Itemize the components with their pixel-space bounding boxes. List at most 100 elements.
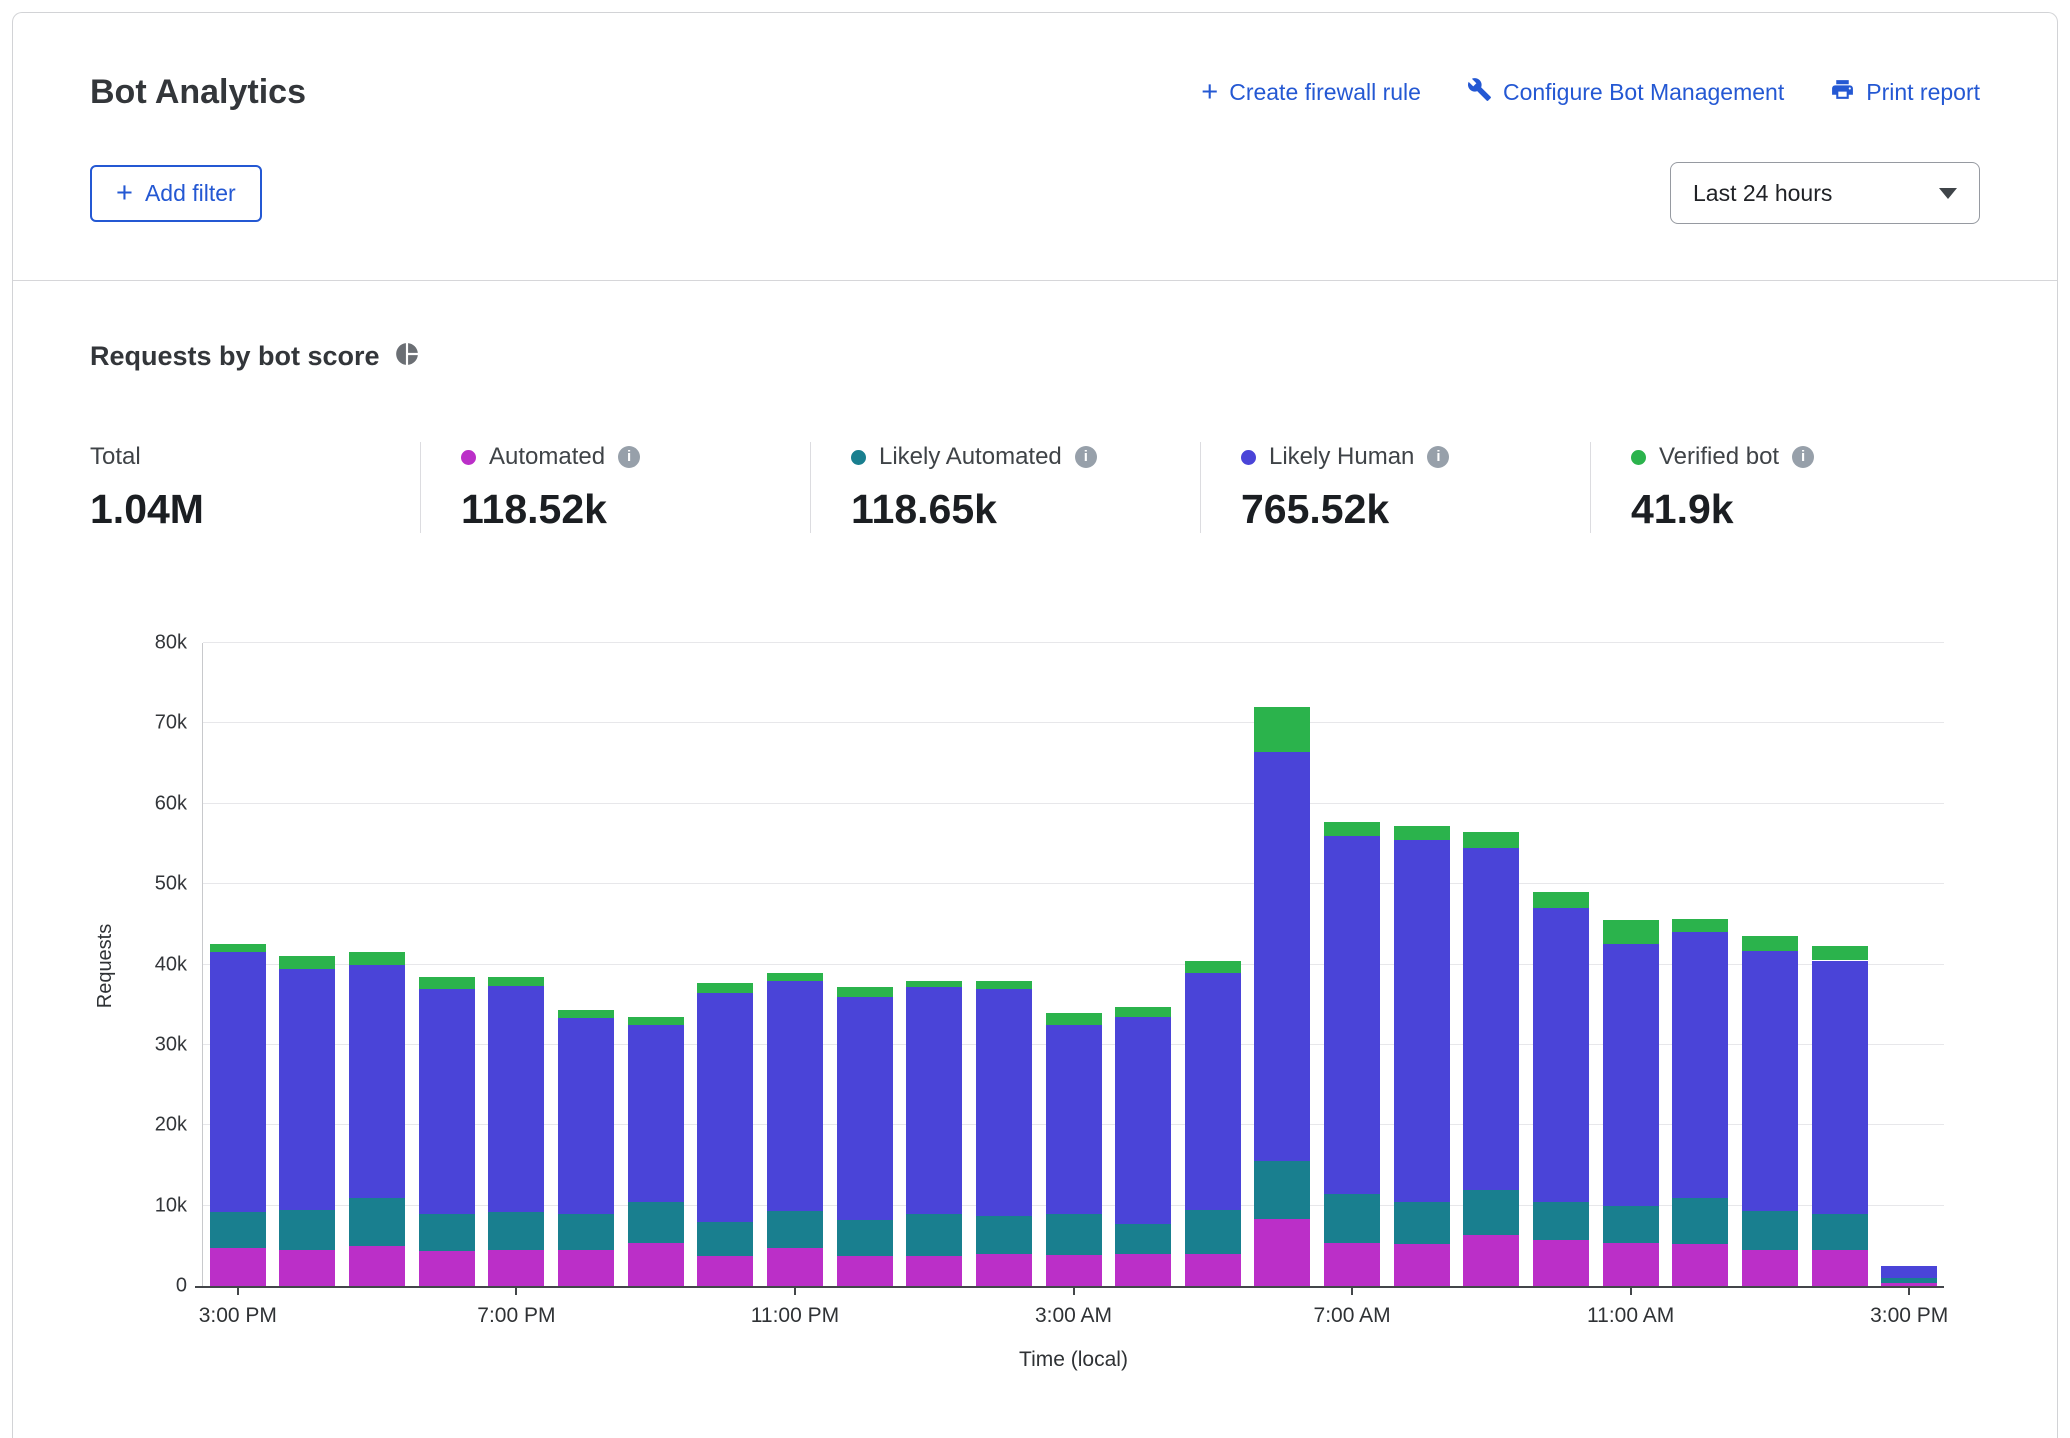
bar-segment-likely-human[interactable] (349, 965, 405, 1198)
bar-segment-likely-automated[interactable] (1324, 1194, 1380, 1244)
bar-segment-likely-human[interactable] (1394, 840, 1450, 1202)
bar-segment-automated[interactable] (1742, 1250, 1798, 1286)
bar-segment-likely-automated[interactable] (1254, 1161, 1310, 1219)
bar-segment-likely-automated[interactable] (1603, 1206, 1659, 1244)
bar-segment-automated[interactable] (1603, 1243, 1659, 1286)
bar-segment-verified-bot[interactable] (558, 1010, 614, 1018)
bar-segment-verified-bot[interactable] (1185, 961, 1241, 973)
bar-segment-likely-automated[interactable] (1533, 1202, 1589, 1241)
bar-segment-automated[interactable] (767, 1248, 823, 1286)
bar-segment-likely-automated[interactable] (1463, 1190, 1519, 1236)
bar-segment-verified-bot[interactable] (419, 977, 475, 989)
bar-segment-verified-bot[interactable] (767, 973, 823, 981)
bar-segment-automated[interactable] (349, 1246, 405, 1286)
bar-segment-likely-human[interactable] (1115, 1017, 1171, 1224)
bar-segment-verified-bot[interactable] (1603, 920, 1659, 944)
bar-segment-automated[interactable] (558, 1250, 614, 1286)
bar-segment-verified-bot[interactable] (1115, 1007, 1171, 1017)
bar-segment-likely-automated[interactable] (1115, 1224, 1171, 1254)
bar-segment-verified-bot[interactable] (1046, 1013, 1102, 1025)
bar-segment-likely-automated[interactable] (1046, 1214, 1102, 1256)
bar-segment-verified-bot[interactable] (837, 987, 893, 997)
bar-segment-verified-bot[interactable] (1812, 946, 1868, 960)
bar-segment-automated[interactable] (906, 1256, 962, 1286)
bar-segment-automated[interactable] (1533, 1240, 1589, 1286)
bar-segment-likely-automated[interactable] (697, 1222, 753, 1257)
time-range-dropdown[interactable]: Last 24 hours (1670, 162, 1980, 224)
bar-segment-verified-bot[interactable] (1672, 919, 1728, 933)
bar-segment-likely-human[interactable] (279, 969, 335, 1210)
bar-segment-automated[interactable] (488, 1250, 544, 1286)
info-icon[interactable]: i (1792, 446, 1814, 468)
bar-segment-likely-human[interactable] (1742, 951, 1798, 1211)
bar-segment-likely-human[interactable] (1603, 944, 1659, 1205)
bar-segment-likely-human[interactable] (1881, 1266, 1937, 1278)
bar-segment-likely-human[interactable] (1254, 752, 1310, 1162)
bar-segment-likely-human[interactable] (767, 981, 823, 1212)
bar-segment-likely-human[interactable] (1533, 908, 1589, 1201)
bar-segment-verified-bot[interactable] (210, 944, 266, 952)
bar-segment-likely-automated[interactable] (837, 1220, 893, 1256)
bar-segment-likely-automated[interactable] (349, 1198, 405, 1246)
bar-segment-likely-human[interactable] (1185, 973, 1241, 1210)
bar-segment-likely-human[interactable] (1812, 961, 1868, 1214)
add-filter-button[interactable]: + Add filter (90, 165, 262, 222)
bar-segment-automated[interactable] (697, 1256, 753, 1286)
bar-segment-likely-human[interactable] (1324, 836, 1380, 1194)
bar-segment-verified-bot[interactable] (1254, 707, 1310, 751)
bar-segment-automated[interactable] (1254, 1219, 1310, 1286)
bar-segment-verified-bot[interactable] (1533, 892, 1589, 908)
bar-segment-likely-automated[interactable] (1185, 1210, 1241, 1254)
bar-segment-likely-automated[interactable] (1742, 1211, 1798, 1250)
bar-segment-automated[interactable] (1324, 1243, 1380, 1286)
bar-segment-likely-human[interactable] (697, 993, 753, 1222)
bar-segment-automated[interactable] (1672, 1244, 1728, 1286)
bar-segment-automated[interactable] (1115, 1254, 1171, 1286)
bar-segment-automated[interactable] (1394, 1244, 1450, 1286)
bar-segment-automated[interactable] (210, 1248, 266, 1286)
bar-segment-likely-automated[interactable] (1672, 1198, 1728, 1245)
bar-segment-verified-bot[interactable] (1463, 832, 1519, 848)
bar-segment-likely-automated[interactable] (419, 1214, 475, 1252)
info-icon[interactable]: i (618, 446, 640, 468)
bar-segment-verified-bot[interactable] (697, 983, 753, 993)
bar-segment-likely-automated[interactable] (1881, 1278, 1937, 1283)
stat-verified-bot[interactable]: Verified bot i 41.9k (1590, 442, 1980, 533)
bar-segment-automated[interactable] (1812, 1250, 1868, 1286)
bar-segment-likely-human[interactable] (419, 989, 475, 1214)
bar-segment-verified-bot[interactable] (279, 956, 335, 968)
info-icon[interactable]: i (1075, 446, 1097, 468)
bar-segment-likely-automated[interactable] (906, 1214, 962, 1257)
bar-segment-automated[interactable] (1046, 1255, 1102, 1286)
bar-segment-automated[interactable] (628, 1243, 684, 1286)
bar-segment-likely-human[interactable] (906, 987, 962, 1214)
bar-segment-automated[interactable] (419, 1251, 475, 1286)
bar-segment-likely-automated[interactable] (1812, 1214, 1868, 1250)
bar-segment-likely-automated[interactable] (767, 1211, 823, 1248)
bar-segment-automated[interactable] (837, 1256, 893, 1286)
bar-segment-likely-automated[interactable] (976, 1216, 1032, 1254)
stat-automated[interactable]: Automated i 118.52k (420, 442, 810, 533)
bar-segment-likely-automated[interactable] (558, 1214, 614, 1250)
bar-segment-automated[interactable] (976, 1254, 1032, 1286)
bar-segment-verified-bot[interactable] (1394, 826, 1450, 840)
bar-segment-likely-human[interactable] (558, 1018, 614, 1213)
bar-segment-likely-automated[interactable] (628, 1202, 684, 1244)
configure-bot-management-link[interactable]: Configure Bot Management (1467, 77, 1784, 108)
create-firewall-rule-link[interactable]: + Create firewall rule (1201, 78, 1421, 107)
bar-segment-automated[interactable] (1463, 1235, 1519, 1286)
info-icon[interactable]: i (1427, 446, 1449, 468)
print-report-link[interactable]: Print report (1830, 77, 1980, 108)
bar-segment-likely-human[interactable] (210, 952, 266, 1212)
bar-segment-likely-human[interactable] (628, 1025, 684, 1202)
bar-segment-likely-automated[interactable] (1394, 1202, 1450, 1245)
bar-segment-verified-bot[interactable] (1324, 822, 1380, 836)
stat-likely-human[interactable]: Likely Human i 765.52k (1200, 442, 1590, 533)
bar-segment-likely-automated[interactable] (279, 1210, 335, 1250)
bar-segment-likely-human[interactable] (488, 986, 544, 1212)
bar-segment-likely-human[interactable] (976, 989, 1032, 1216)
bar-segment-automated[interactable] (1185, 1254, 1241, 1286)
bar-segment-likely-human[interactable] (1463, 848, 1519, 1190)
bar-segment-automated[interactable] (279, 1250, 335, 1286)
bar-segment-verified-bot[interactable] (628, 1017, 684, 1025)
